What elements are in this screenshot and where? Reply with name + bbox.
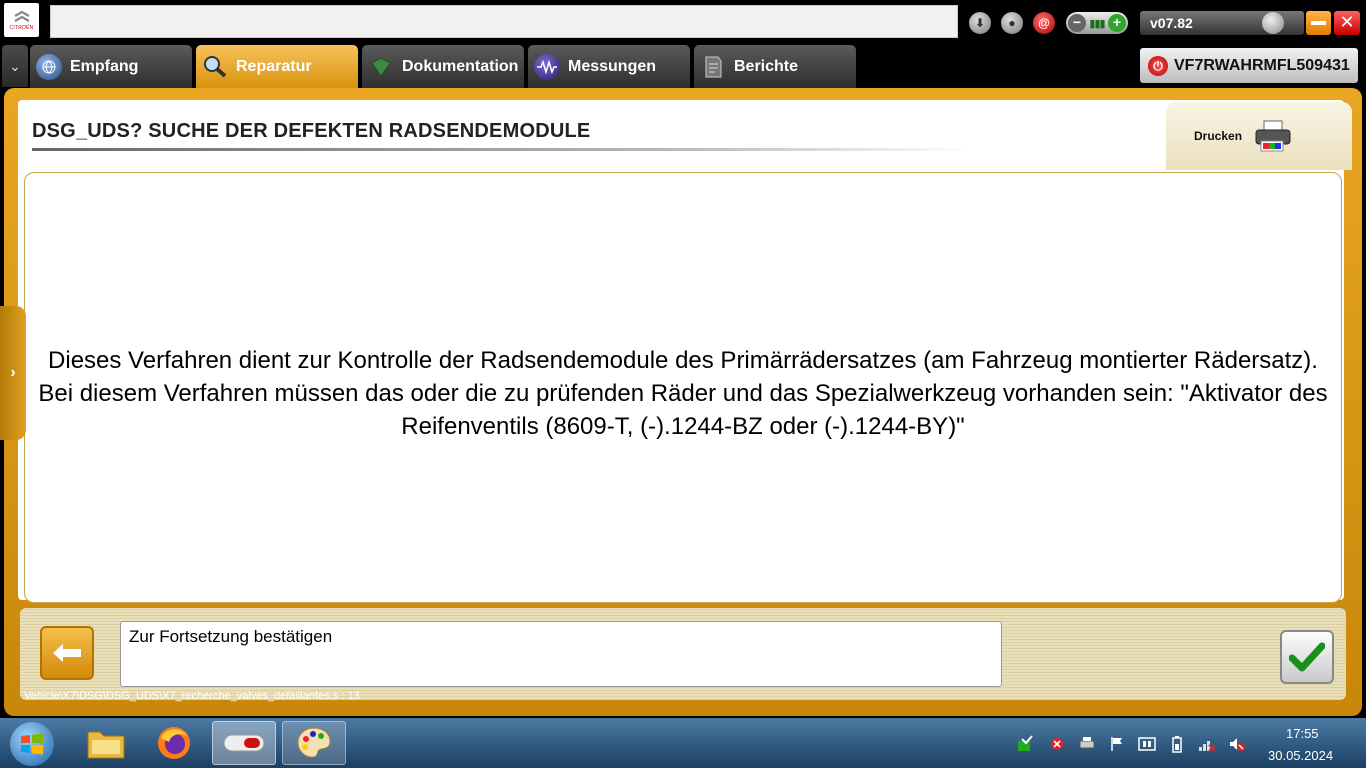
download-icon[interactable]: ⬇ (969, 12, 991, 34)
version-badge: v07.82 (1140, 11, 1304, 35)
minimize-button[interactable] (1306, 11, 1331, 35)
address-bar[interactable] (50, 5, 958, 38)
tab-messungen[interactable]: Messungen (528, 45, 690, 88)
tab-label: Reparatur (236, 57, 312, 75)
checkmark-icon (1289, 642, 1325, 672)
taskbar-paint[interactable] (282, 721, 346, 765)
taskbar-diagnostic-app[interactable] (212, 721, 276, 765)
tab-label: Dokumentation (402, 57, 519, 75)
page-title: DSG_UDS? SUCHE DER DEFEKTEN RADSENDEMODU… (32, 120, 591, 142)
taskbar-firefox[interactable] (142, 721, 206, 765)
tab-menu-toggle[interactable]: ⌄ (2, 45, 28, 87)
tab-reparatur[interactable]: Reparatur (196, 45, 358, 88)
version-label: v07.82 (1150, 15, 1193, 31)
wifi-off-icon[interactable] (1198, 735, 1216, 753)
power-icon: ⏻ (1148, 55, 1168, 76)
brand-name: CITROËN (9, 24, 34, 31)
tab-label: Empfang (70, 57, 139, 75)
capsule-icon (223, 734, 265, 752)
clock-date[interactable]: 30.05.2024 (1268, 748, 1333, 763)
flag-icon[interactable] (1108, 735, 1126, 753)
taskbar-explorer[interactable] (74, 721, 138, 765)
tab-label: Berichte (734, 57, 799, 75)
connection-icon[interactable]: − ▮▮▮ + (1066, 12, 1128, 34)
brand-logo: CITROËN (4, 3, 39, 37)
tab-label: Messungen (568, 57, 657, 75)
palette-icon (297, 727, 331, 758)
clock-time[interactable]: 17:55 (1286, 726, 1319, 741)
tab-bar: ⌄ Empfang Reparatur Dokumentation Messun… (0, 42, 1366, 88)
bottom-bar: Zur Fortsetzung bestätigen (20, 608, 1346, 700)
side-panel-toggle[interactable]: › (0, 306, 26, 440)
windows-logo-icon (21, 733, 43, 755)
close-button[interactable]: ✕ (1334, 11, 1360, 35)
dial-icon[interactable] (1262, 12, 1284, 34)
chevron-logo-icon (13, 10, 30, 22)
main-frame: DSG_UDS? SUCHE DER DEFEKTEN RADSENDEMODU… (4, 88, 1362, 716)
message-box: Dieses Verfahren dient zur Kontrolle der… (24, 172, 1342, 603)
display-icon[interactable] (1138, 735, 1156, 753)
printer-icon (1255, 120, 1291, 152)
minus-icon[interactable]: − (1068, 14, 1086, 32)
vin-badge[interactable]: ⏻ VF7RWAHRMFL509431 (1140, 48, 1358, 83)
network-check-icon[interactable] (1016, 735, 1034, 753)
prompt-field: Zur Fortsetzung bestätigen (120, 621, 1002, 687)
script-path: Vehicle\X7\DSG\DSG_UDS\X7_recherche_valv… (24, 690, 360, 702)
magnifier-icon (202, 54, 228, 80)
arrow-left-icon (53, 644, 81, 662)
top-bar: CITROËN ⬇ ● @ − ▮▮▮ + v07.82 ✕ (0, 0, 1366, 42)
title-divider (32, 148, 972, 151)
start-button[interactable] (10, 722, 54, 766)
globe-icon (36, 53, 62, 80)
back-button[interactable] (40, 626, 94, 680)
print-button[interactable]: Drucken (1166, 102, 1352, 170)
tab-empfang[interactable]: Empfang (30, 45, 192, 88)
battery-icon[interactable] (1168, 735, 1186, 753)
waveform-icon (534, 53, 560, 80)
tab-berichte[interactable]: Berichte (694, 45, 856, 88)
plus-icon[interactable]: + (1107, 14, 1126, 32)
firefox-icon (158, 727, 190, 759)
volume-muted-icon[interactable] (1228, 735, 1246, 753)
taskbar: 17:55 30.05.2024 (0, 718, 1366, 768)
user-icon[interactable]: ● (1001, 12, 1023, 34)
print-label: Drucken (1194, 129, 1243, 143)
confirm-button[interactable] (1280, 630, 1334, 684)
chevron-right-icon: › (10, 364, 16, 381)
tab-dokumentation[interactable]: Dokumentation (362, 45, 524, 88)
vin-number: VF7RWAHRMFL509431 (1174, 56, 1350, 74)
report-icon (700, 54, 726, 80)
printer-tray-icon[interactable] (1078, 735, 1096, 753)
folder-icon (87, 731, 125, 759)
book-icon (368, 54, 394, 80)
at-icon[interactable]: @ (1033, 12, 1055, 34)
signal-bars-icon: ▮▮▮ (1089, 17, 1105, 30)
error-icon[interactable] (1048, 735, 1066, 753)
procedure-description: Dieses Verfahren dient zur Kontrolle der… (38, 347, 1328, 440)
